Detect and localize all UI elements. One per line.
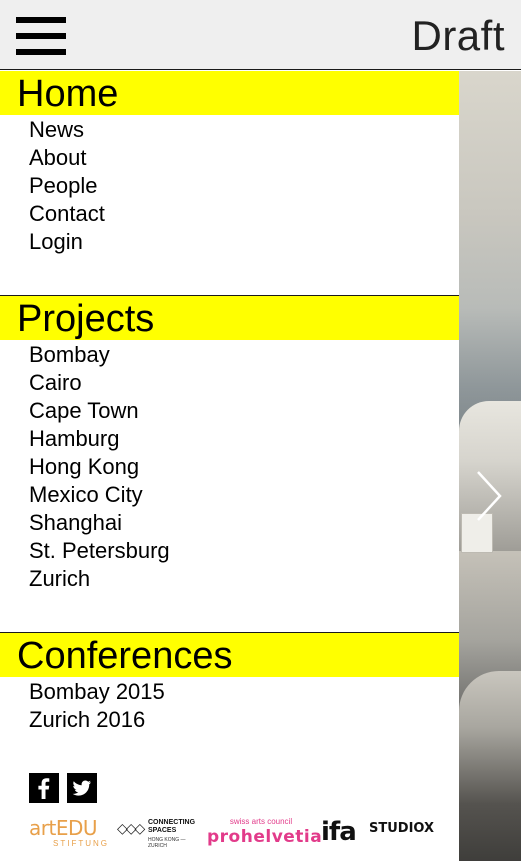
background-photo	[459, 71, 521, 861]
menu-section-conferences: Conferences Bombay 2015 Zurich 2016	[0, 633, 459, 734]
ifa-logo[interactable]: ifa	[321, 817, 361, 851]
hamburger-line	[16, 49, 66, 55]
menu-item-bombay-2015[interactable]: Bombay 2015	[29, 678, 459, 706]
menu-item-people[interactable]: People	[29, 172, 459, 200]
hamburger-line	[16, 33, 66, 39]
prohelvetia-text: prohelvetia	[207, 827, 323, 847]
artedu-logo-subtext: STIFTUNG	[53, 839, 109, 848]
menu-list-home: News About People Contact Login	[0, 115, 459, 256]
studiox-logo[interactable]: STUDIOX	[369, 817, 439, 851]
menu-item-zurich[interactable]: Zurich	[29, 565, 459, 593]
menu-section-projects: Projects Bombay Cairo Cape Town Hamburg …	[0, 296, 459, 593]
menu-item-cairo[interactable]: Cairo	[29, 369, 459, 397]
prohelvetia-logo[interactable]: swiss arts council prohelvetia	[207, 817, 323, 851]
site-brand[interactable]: Draft	[411, 14, 505, 58]
facebook-glyph	[29, 773, 59, 803]
menu-list-projects: Bombay Cairo Cape Town Hamburg Hong Kong…	[0, 340, 459, 593]
ifa-logo-text: ifa	[321, 817, 357, 847]
hamburger-line	[16, 17, 66, 23]
menu-item-st-petersburg[interactable]: St. Petersburg	[29, 537, 459, 565]
menu-list-conferences: Bombay 2015 Zurich 2016	[0, 677, 459, 734]
prohelvetia-tagline: swiss arts council	[229, 817, 293, 826]
menu-heading-home[interactable]: Home	[0, 71, 459, 115]
artedu-logo[interactable]: artEDU STIFTUNG	[29, 817, 109, 851]
top-bar: Draft	[0, 0, 521, 70]
menu-heading-projects[interactable]: Projects	[0, 296, 459, 340]
sponsor-logos: artEDU STIFTUNG ◇◇◇ CONNECTING SPACES HO…	[29, 817, 439, 851]
menu-item-about[interactable]: About	[29, 144, 459, 172]
menu-item-shanghai[interactable]: Shanghai	[29, 509, 459, 537]
connecting-spaces-mark-icon: ◇◇◇	[117, 820, 145, 836]
hamburger-menu-icon[interactable]	[16, 17, 66, 55]
connecting-spaces-subtext: HONG KONG — ZURICH	[148, 837, 186, 849]
menu-section-home: Home News About People Contact Login	[0, 71, 459, 256]
menu-item-cape-town[interactable]: Cape Town	[29, 397, 459, 425]
menu-heading-conferences[interactable]: Conferences	[0, 633, 459, 677]
menu-item-bombay[interactable]: Bombay	[29, 341, 459, 369]
facebook-icon[interactable]	[29, 773, 59, 803]
menu-item-hamburg[interactable]: Hamburg	[29, 425, 459, 453]
menu-item-hong-kong[interactable]: Hong Kong	[29, 453, 459, 481]
menu-item-news[interactable]: News	[29, 116, 459, 144]
menu-item-zurich-2016[interactable]: Zurich 2016	[29, 706, 459, 734]
connecting-spaces-text: CONNECTING SPACES	[148, 819, 196, 834]
artedu-logo-text: artEDU	[29, 816, 98, 840]
social-links	[29, 773, 97, 803]
connecting-spaces-logo[interactable]: ◇◇◇ CONNECTING SPACES HONG KONG — ZURICH	[117, 817, 203, 851]
chevron-right-icon[interactable]	[474, 470, 504, 522]
photo-car	[459, 671, 521, 861]
menu-item-mexico-city[interactable]: Mexico City	[29, 481, 459, 509]
navigation-menu: Home News About People Contact Login Pro…	[0, 71, 459, 861]
twitter-icon[interactable]	[67, 773, 97, 803]
studiox-logo-text: STUDIOX	[369, 821, 435, 836]
menu-item-contact[interactable]: Contact	[29, 200, 459, 228]
twitter-glyph	[67, 773, 97, 803]
menu-item-login[interactable]: Login	[29, 228, 459, 256]
